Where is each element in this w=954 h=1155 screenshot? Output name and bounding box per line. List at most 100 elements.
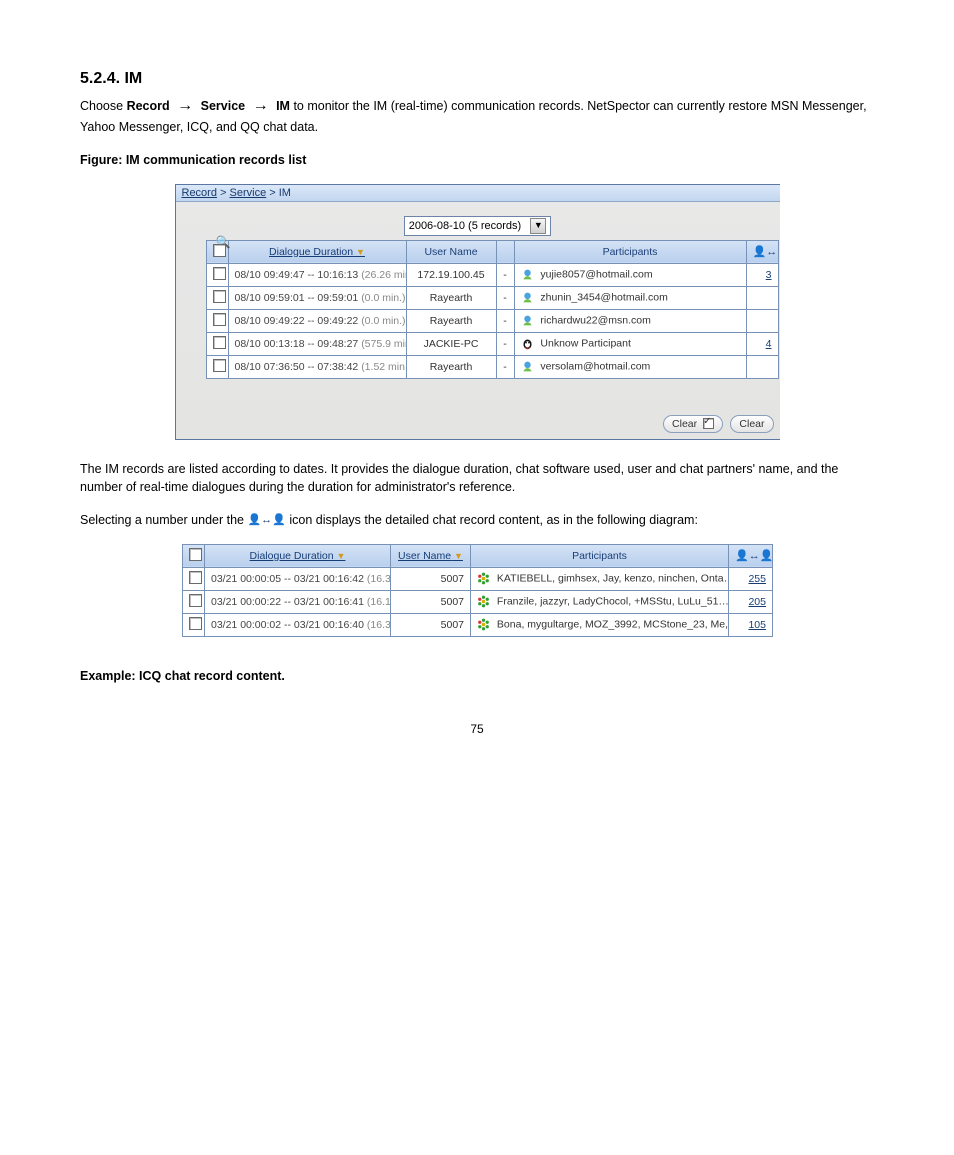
cell-participants: Franzile, jazzyr, LadyChocol, +MSStu, Lu… <box>471 590 729 613</box>
date-select-value: 2006-08-10 (5 records) <box>409 219 522 231</box>
search-icon[interactable]: 🔍 <box>216 235 230 249</box>
persons-exchange-icon: 👤↔👤 <box>753 245 779 258</box>
cell-duration: 08/10 09:59:01 -- 09:59:01 (0.0 min.) <box>228 286 406 309</box>
button-row: Clear ✓ Clear <box>176 379 780 439</box>
intro-suffix: to monitor the IM (real-time) communicat… <box>80 99 867 134</box>
page-number: 75 <box>80 722 874 736</box>
cell-user: 5007 <box>391 590 471 613</box>
row-checkbox[interactable] <box>189 617 202 630</box>
cell-dash: - <box>496 263 514 286</box>
path-record: Record <box>127 99 170 113</box>
table-row: 08/10 09:49:22 -- 09:49:22 (0.0 min.) Ra… <box>206 309 778 332</box>
section-number: 5.2.4. <box>80 70 120 87</box>
qq-icon <box>521 337 534 350</box>
row-checkbox[interactable] <box>213 359 226 372</box>
msn-icon <box>521 268 534 281</box>
cell-user: Rayearth <box>406 286 496 309</box>
clear-checkbox-icon[interactable]: ✓ <box>703 418 714 429</box>
icq-icon <box>477 572 490 585</box>
section-title: IM <box>124 70 142 87</box>
cell-participants: yujie8057@hotmail.com <box>514 263 746 286</box>
example-heading: Example: ICQ chat record content. <box>80 667 874 686</box>
crumb-service[interactable]: Service <box>230 187 267 199</box>
col-duration[interactable]: Dialogue Duration ▼ <box>228 240 406 263</box>
col-participants[interactable]: Participants <box>514 240 746 263</box>
cell-dash: - <box>496 309 514 332</box>
section-heading: 5.2.4. IM <box>80 70 874 88</box>
arrow-icon: → <box>173 97 197 114</box>
table-header-row: Dialogue Duration ▼ User Name ▼ Particip… <box>183 544 773 567</box>
cell-dash: - <box>496 355 514 378</box>
icq-icon <box>477 595 490 608</box>
figure-caption: Figure: IM communication records list <box>80 151 874 170</box>
cell-participants: KATIEBELL, gimhsex, Jay, kenzo, ninchen,… <box>471 567 729 590</box>
col-count[interactable]: 👤↔👤 <box>729 544 773 567</box>
intro-prefix: Choose <box>80 99 127 113</box>
cell-duration: 03/21 00:00:05 -- 03/21 00:16:42 (16.37 … <box>205 567 391 590</box>
cell-duration: 08/10 09:49:22 -- 09:49:22 (0.0 min.) <box>228 309 406 332</box>
persons-exchange-icon: 👤↔👤 <box>247 512 285 529</box>
cell-duration: 08/10 09:49:47 -- 10:16:13 (26.26 min.) <box>228 263 406 286</box>
sort-desc-icon: ▼ <box>356 247 365 257</box>
icq-records-table: Dialogue Duration ▼ User Name ▼ Particip… <box>182 544 773 637</box>
msn-icon <box>521 360 534 373</box>
cell-duration: 03/21 00:00:22 -- 03/21 00:16:41 (16.19 … <box>205 590 391 613</box>
crumb-im: IM <box>279 187 291 199</box>
row-checkbox[interactable] <box>213 336 226 349</box>
table-row: 08/10 09:59:01 -- 09:59:01 (0.0 min.) Ra… <box>206 286 778 309</box>
table-row: 03/21 00:00:22 -- 03/21 00:16:41 (16.19 … <box>183 590 773 613</box>
cell-user: Rayearth <box>406 309 496 332</box>
arrow-icon: → <box>249 97 273 114</box>
row-checkbox[interactable] <box>189 594 202 607</box>
col-blank <box>496 240 514 263</box>
select-all-header[interactable] <box>183 544 205 567</box>
row-checkbox[interactable] <box>213 290 226 303</box>
cell-user: 5007 <box>391 613 471 636</box>
cell-count: 3 <box>746 263 778 286</box>
cell-user: 5007 <box>391 567 471 590</box>
cell-dash: - <box>496 332 514 355</box>
cell-count: 255 <box>729 567 773 590</box>
col-user[interactable]: User Name ▼ <box>391 544 471 567</box>
msn-icon <box>521 291 534 304</box>
sort-desc-icon: ▼ <box>337 551 346 561</box>
row-checkbox[interactable] <box>213 267 226 280</box>
clear-button-2[interactable]: Clear <box>730 415 773 433</box>
checkbox-icon[interactable] <box>189 548 202 561</box>
crumb-record[interactable]: Record <box>182 187 217 199</box>
im-records-table: Dialogue Duration ▼ User Name Participan… <box>206 240 779 379</box>
cell-user: Rayearth <box>406 355 496 378</box>
path-service: Service <box>201 99 245 113</box>
icq-icon <box>477 618 490 631</box>
col-duration[interactable]: Dialogue Duration ▼ <box>205 544 391 567</box>
cell-count <box>746 309 778 332</box>
cell-participants: zhunin_3454@hotmail.com <box>514 286 746 309</box>
instr-suffix: icon displays the detailed chat record c… <box>289 513 698 527</box>
cell-participants: richardwu22@msn.com <box>514 309 746 332</box>
row-checkbox[interactable] <box>213 313 226 326</box>
col-participants[interactable]: Participants <box>471 544 729 567</box>
clear-button[interactable]: Clear ✓ <box>663 415 723 433</box>
cell-participants: versolam@hotmail.com <box>514 355 746 378</box>
cell-duration: 08/10 00:13:18 -- 09:48:27 (575.9 min.) <box>228 332 406 355</box>
cell-count: 105 <box>729 613 773 636</box>
msn-icon <box>521 314 534 327</box>
cell-duration: 08/10 07:36:50 -- 07:38:42 (1.52 min.) <box>228 355 406 378</box>
cell-dash: - <box>496 286 514 309</box>
row-checkbox[interactable] <box>189 571 202 584</box>
path-im: IM <box>276 99 290 113</box>
table-row: 03/21 00:00:05 -- 03/21 00:16:42 (16.37 … <box>183 567 773 590</box>
col-count[interactable]: 👤↔👤 <box>746 240 778 263</box>
table-row: 03/21 00:00:02 -- 03/21 00:16:40 (16.38 … <box>183 613 773 636</box>
table-row: 08/10 00:13:18 -- 09:48:27 (575.9 min.) … <box>206 332 778 355</box>
dropdown-caret-icon[interactable]: ▼ <box>530 218 546 234</box>
instruction-paragraph: Selecting a number under the 👤↔👤 icon di… <box>80 511 874 530</box>
cell-count <box>746 286 778 309</box>
date-select[interactable]: 2006-08-10 (5 records) ▼ <box>404 216 552 236</box>
table-row: 08/10 09:49:47 -- 10:16:13 (26.26 min.) … <box>206 263 778 286</box>
col-user[interactable]: User Name <box>406 240 496 263</box>
breadcrumb: Record > Service > IM <box>176 185 780 202</box>
cell-duration: 03/21 00:00:02 -- 03/21 00:16:40 (16.38 … <box>205 613 391 636</box>
date-selector-row: 2006-08-10 (5 records) ▼ <box>176 202 780 240</box>
table-header-row: Dialogue Duration ▼ User Name Participan… <box>206 240 778 263</box>
